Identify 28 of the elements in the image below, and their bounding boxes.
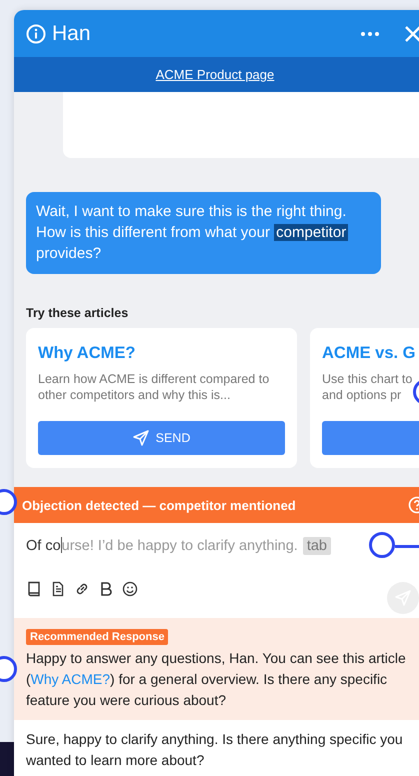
article-link[interactable]: Why ACME?	[30, 671, 110, 687]
link-icon[interactable]	[74, 581, 90, 597]
article-description: and options pr	[322, 387, 402, 403]
book-icon[interactable]	[26, 581, 42, 597]
customer-message: Wait, I want to make sure this is the right thing. How is this different from what your competitor provides?	[26, 192, 381, 274]
key-hint: tab	[302, 537, 331, 555]
article-title[interactable]: Why ACME?	[38, 344, 285, 363]
more-icon[interactable]	[360, 30, 380, 36]
article-description: Learn how ACME is different compared to	[38, 371, 270, 387]
recommended-text: Happy to answer any questions, Han. You can see this article (Why ACME?) for a general overview. Is there any specific feature you were curious about?	[26, 649, 407, 710]
send-icon[interactable]	[132, 430, 149, 446]
bold-icon[interactable]	[98, 581, 114, 597]
message-input[interactable]: Of course! I’d be happy to clarify anything. tab	[26, 537, 419, 554]
page-link[interactable]: ACME Product page	[156, 67, 274, 82]
section-heading: Try these articles	[26, 306, 130, 320]
alert-text: Objection detected — competitor mentioned	[22, 498, 297, 512]
article-description: other competitors and why this is...	[38, 387, 230, 403]
send-button[interactable]: SEND	[38, 421, 285, 455]
emoji-icon[interactable]	[122, 581, 138, 597]
article-title[interactable]: ACME vs. G	[322, 344, 419, 363]
close-icon[interactable]	[404, 24, 419, 42]
recommended-badge: Recommended Response	[26, 629, 168, 645]
window-title: Han	[52, 22, 92, 46]
draft-text: Sure, happy to clarify anything. Is there anything specific you wanted to learn more about?	[26, 730, 404, 770]
background-panel	[0, 742, 14, 776]
article-description: Use this chart to	[322, 371, 412, 387]
document-icon[interactable]	[50, 581, 66, 597]
info-icon[interactable]	[26, 24, 46, 44]
